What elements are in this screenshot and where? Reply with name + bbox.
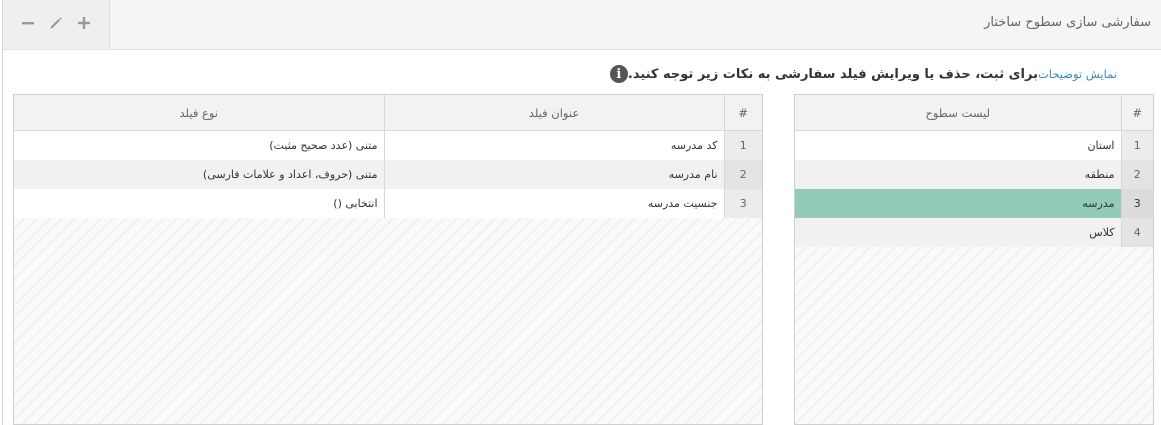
column-header-num: #	[723, 95, 762, 131]
field-type: انتخابی ()	[333, 197, 378, 210]
level-row-selected[interactable]: 3 مدرسه	[795, 189, 1153, 218]
level-row[interactable]: 4 کلاس	[795, 218, 1153, 247]
level-name: منطقه	[795, 160, 1121, 189]
info-icon: i	[609, 65, 628, 83]
row-number: 2	[1120, 160, 1153, 189]
row-number: 1	[723, 130, 762, 160]
levels-grid: # لیست سطوح 1 استان 2 منطقه 3 مدرسه 4 کل…	[794, 94, 1154, 425]
level-name: کلاس	[795, 218, 1121, 247]
header-toolbar	[3, 0, 110, 49]
row-number: 3	[1120, 189, 1153, 218]
field-type: متنی (حروف، اعداد و علامات فارسی)	[14, 160, 384, 189]
panel-title: سفارشی سازی سطوح ساختار	[984, 15, 1151, 30]
level-name: استان	[1087, 139, 1115, 152]
field-title: کد مدرسه	[383, 130, 724, 160]
level-row[interactable]: 1 استان	[795, 130, 1153, 160]
remove-button[interactable]	[16, 11, 40, 35]
panel-header: سفارشی سازی سطوح ساختار	[3, 0, 1161, 50]
row-number: 2	[723, 160, 762, 189]
plus-icon	[78, 17, 90, 29]
level-name: مدرسه	[795, 189, 1121, 218]
column-header-field-title: عنوان فیلد	[383, 95, 724, 131]
levels-header-row: # لیست سطوح	[795, 95, 1153, 131]
level-row[interactable]: 2 منطقه	[795, 160, 1153, 189]
column-header-field-type: نوع فیلد	[14, 95, 384, 131]
column-header-num: #	[1120, 95, 1153, 131]
row-number: 1	[1120, 130, 1153, 160]
field-row[interactable]: 3 جنسیت مدرسه انتخابی ()	[14, 189, 762, 218]
field-type: متنی (عدد صحیح مثبت)	[269, 139, 378, 152]
fields-table: # عنوان فیلد نوع فیلد 1 کد مدرسه متنی (ع…	[14, 95, 762, 218]
field-title: جنسیت مدرسه	[383, 189, 724, 218]
show-descriptions-link[interactable]: نمایش توضیحات	[1038, 67, 1117, 81]
levels-table: # لیست سطوح 1 استان 2 منطقه 3 مدرسه 4 کل…	[795, 95, 1153, 247]
fields-header-row: # عنوان فیلد نوع فیلد	[14, 95, 762, 131]
minus-icon	[22, 22, 34, 25]
field-row[interactable]: 2 نام مدرسه متنی (حروف، اعداد و علامات ف…	[14, 160, 762, 189]
info-notice: i برای ثبت، حذف یا ویرایش فیلد سفارشی به…	[602, 64, 1143, 84]
structure-levels-panel: سفارشی سازی سطوح ساختار i برای ثبت، حذف …	[2, 0, 1161, 425]
add-button[interactable]	[72, 11, 96, 35]
row-number: 4	[1120, 218, 1153, 247]
info-text: برای ثبت، حذف یا ویرایش فیلد سفارشی به ن…	[627, 66, 1038, 82]
fields-grid: # عنوان فیلد نوع فیلد 1 کد مدرسه متنی (ع…	[13, 94, 763, 425]
pencil-icon	[50, 17, 62, 29]
field-title: نام مدرسه	[383, 160, 724, 189]
edit-button[interactable]	[44, 11, 68, 35]
row-number: 3	[723, 189, 762, 218]
column-header-levels: لیست سطوح	[795, 95, 1121, 131]
field-row[interactable]: 1 کد مدرسه متنی (عدد صحیح مثبت)	[14, 130, 762, 160]
